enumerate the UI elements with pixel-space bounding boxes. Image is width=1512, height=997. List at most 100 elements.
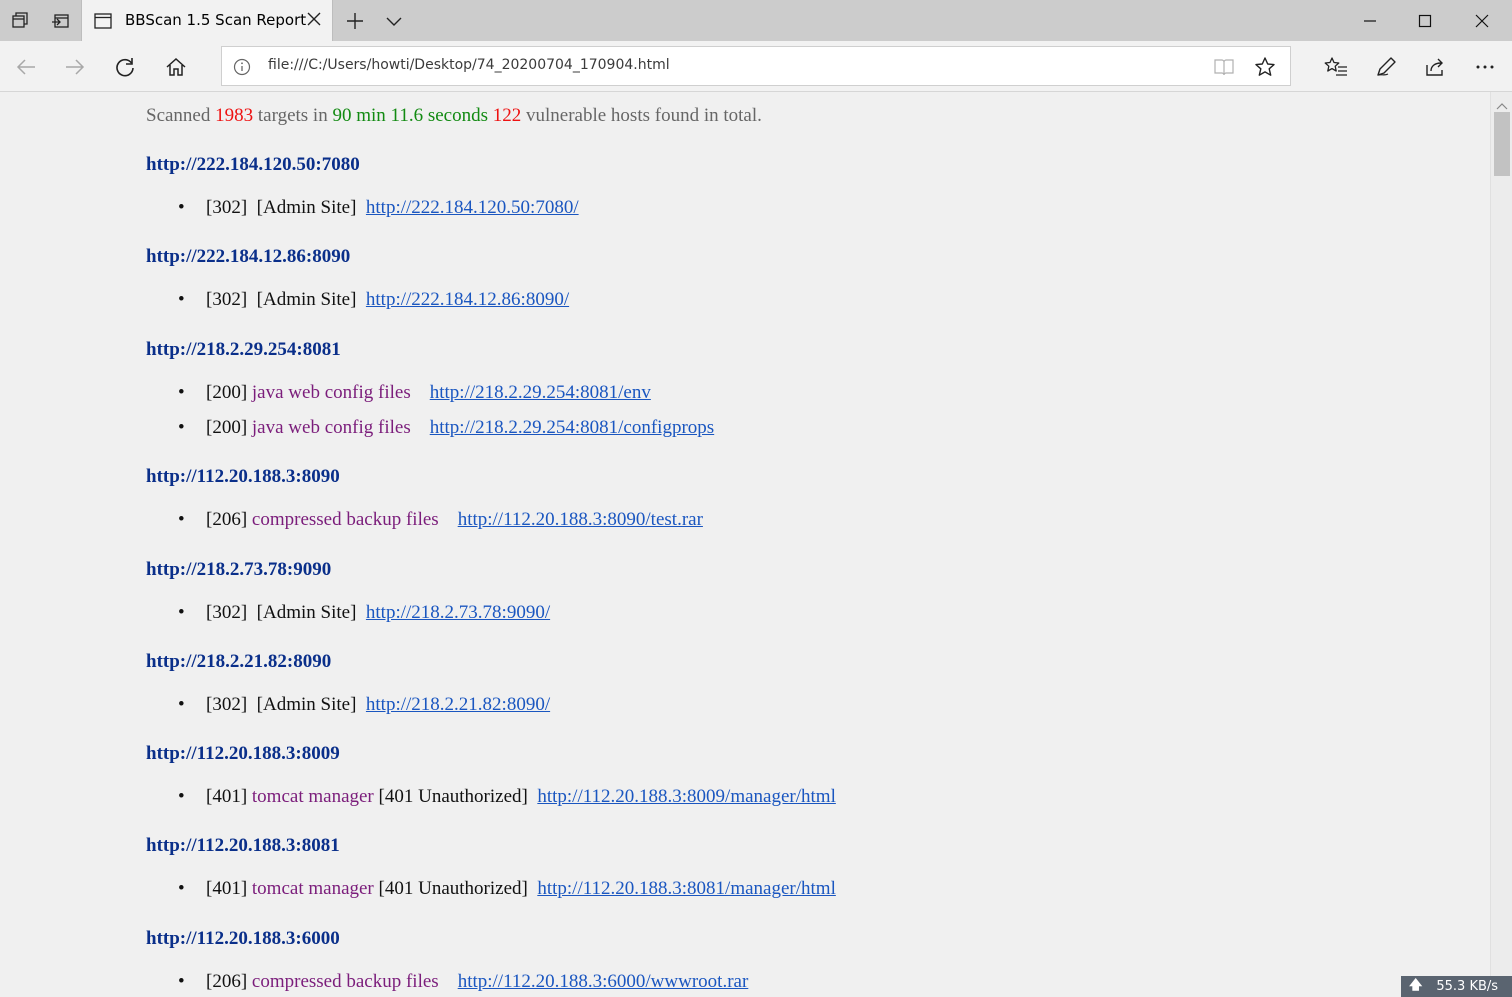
info-icon[interactable] [233, 58, 251, 81]
bullet: • [178, 289, 185, 310]
share-icon[interactable] [1421, 53, 1449, 81]
pen-icon[interactable] [1372, 53, 1400, 81]
new-tab-icon[interactable] [343, 9, 367, 33]
vuln-type: tomcat manager [251, 786, 374, 807]
result-link[interactable]: http://112.20.188.3:8009/manager/html [537, 786, 836, 807]
reading-view-icon[interactable] [1214, 58, 1234, 81]
more-icon[interactable] [1471, 53, 1499, 81]
status-code: [200] [206, 382, 248, 403]
restore-tabs-icon[interactable] [49, 9, 73, 33]
result-item: • [401] tomcat manager [401 Unauthorized]… [178, 878, 836, 900]
host-heading: http://112.20.188.3:8081 [146, 835, 340, 856]
refresh-icon[interactable] [111, 53, 139, 81]
bullet: • [178, 971, 185, 992]
host-heading: http://222.184.120.50:7080 [146, 154, 360, 175]
upload-arrow-icon: 🡅 [1409, 977, 1423, 993]
back-icon[interactable] [12, 53, 40, 81]
host-heading: http://112.20.188.3:6000 [146, 928, 340, 949]
vuln-type: java web config files [251, 417, 411, 438]
vuln-type: tomcat manager [251, 878, 374, 899]
result-item: • [302] [Admin Site] http://222.184.120.5… [178, 197, 579, 219]
page-icon [94, 13, 112, 34]
status-code: [206] [206, 971, 248, 992]
summary-targets-count: 1983 [215, 105, 254, 126]
scrollbar-thumb[interactable] [1494, 112, 1510, 176]
result-link[interactable]: http://112.20.188.3:8081/manager/html [537, 878, 836, 899]
result-item: • [401] tomcat manager [401 Unauthorized]… [178, 786, 836, 808]
result-item: • [200] java web config files http://218.… [178, 382, 651, 404]
bullet: • [178, 509, 185, 530]
result-link[interactable]: http://218.2.73.78:9090/ [366, 602, 550, 623]
address-bar[interactable]: file:///C:/Users/howti/Desktop/74_202007… [221, 46, 1291, 86]
maximize-icon[interactable] [1397, 0, 1453, 41]
host-heading: http://218.2.73.78:9090 [146, 559, 332, 580]
summary-seconds: 11.6 seconds [390, 105, 488, 126]
navigation-bar: file:///C:/Users/howti/Desktop/74_202007… [0, 41, 1512, 92]
result-link[interactable]: http://218.2.21.82:8090/ [366, 694, 550, 715]
result-extra: [401 Unauthorized] [378, 878, 528, 899]
result-link[interactable]: http://112.20.188.3:8090/test.rar [458, 509, 703, 530]
result-item: • [302] [Admin Site] http://218.2.73.78:9… [178, 602, 550, 624]
status-code: [401] [206, 786, 248, 807]
host-heading: http://218.2.21.82:8090 [146, 651, 332, 672]
favorites-hub-icon[interactable] [1322, 53, 1350, 81]
summary-vuln-count: 122 [492, 105, 522, 126]
host-heading: http://112.20.188.3:8090 [146, 466, 340, 487]
status-code: [401] [206, 878, 248, 899]
bullet: • [178, 197, 185, 218]
bullet: • [178, 786, 185, 807]
status-code: [302] [206, 694, 248, 715]
summary-tail: vulnerable hosts found in total. [525, 105, 762, 126]
forward-icon[interactable] [61, 53, 89, 81]
favorite-star-icon[interactable] [1254, 56, 1276, 83]
vertical-scrollbar[interactable] [1490, 92, 1512, 997]
scan-summary: Scanned 1983 targets in 90 min 11.6 seco… [146, 105, 762, 127]
speed-value: 55.3 KB/s [1436, 979, 1499, 994]
host-heading: http://112.20.188.3:8009 [146, 743, 340, 764]
minimize-icon[interactable] [1342, 0, 1398, 41]
summary-targets-in: targets in [257, 105, 328, 126]
bullet: • [178, 602, 185, 623]
tab-title: BBScan 1.5 Scan Report [125, 11, 307, 29]
summary-scanned: Scanned [146, 105, 211, 126]
result-type: [Admin Site] [256, 289, 357, 310]
status-code: [302] [206, 289, 248, 310]
home-icon[interactable] [162, 53, 190, 81]
result-link[interactable]: http://222.184.120.50:7080/ [366, 197, 579, 218]
url-text[interactable]: file:///C:/Users/howti/Desktop/74_202007… [268, 57, 670, 73]
title-bar: BBScan 1.5 Scan Report [0, 0, 1512, 41]
tab-bbscan-report[interactable]: BBScan 1.5 Scan Report [81, 0, 333, 41]
bullet: • [178, 417, 185, 438]
chevron-down-icon[interactable] [382, 9, 406, 33]
result-type: [Admin Site] [256, 602, 357, 623]
status-code: [302] [206, 197, 248, 218]
network-speed-badge: 🡅 55.3 KB/s [1401, 976, 1512, 997]
bullet: • [178, 878, 185, 899]
result-type: [Admin Site] [256, 694, 357, 715]
result-item: • [206] compressed backup files http://11… [178, 509, 703, 531]
bullet: • [178, 694, 185, 715]
page-viewport: Scanned 1983 targets in 90 min 11.6 seco… [0, 92, 1490, 997]
result-item: • [206] compressed backup files http://11… [178, 971, 748, 993]
host-heading: http://222.184.12.86:8090 [146, 246, 351, 267]
result-extra: [401 Unauthorized] [378, 786, 528, 807]
result-item: • [302] [Admin Site] http://222.184.12.86… [178, 289, 569, 311]
vuln-type: compressed backup files [251, 971, 439, 992]
result-link[interactable]: http://218.2.29.254:8081/env [430, 382, 651, 403]
result-item: • [200] java web config files http://218.… [178, 417, 714, 439]
host-heading: http://218.2.29.254:8081 [146, 339, 341, 360]
result-link[interactable]: http://218.2.29.254:8081/configprops [430, 417, 714, 438]
vuln-type: compressed backup files [251, 509, 439, 530]
vuln-type: java web config files [251, 382, 411, 403]
result-link[interactable]: http://222.184.12.86:8090/ [366, 289, 569, 310]
tabs-aside-icon[interactable] [9, 9, 33, 33]
bullet: • [178, 382, 185, 403]
result-type: [Admin Site] [256, 197, 357, 218]
close-icon[interactable] [306, 11, 322, 32]
status-code: [200] [206, 417, 248, 438]
window-close-icon[interactable] [1454, 0, 1510, 41]
result-link[interactable]: http://112.20.188.3:6000/wwwroot.rar [458, 971, 749, 992]
result-item: • [302] [Admin Site] http://218.2.21.82:8… [178, 694, 550, 716]
status-code: [302] [206, 602, 248, 623]
summary-minutes: 90 min [332, 105, 386, 126]
